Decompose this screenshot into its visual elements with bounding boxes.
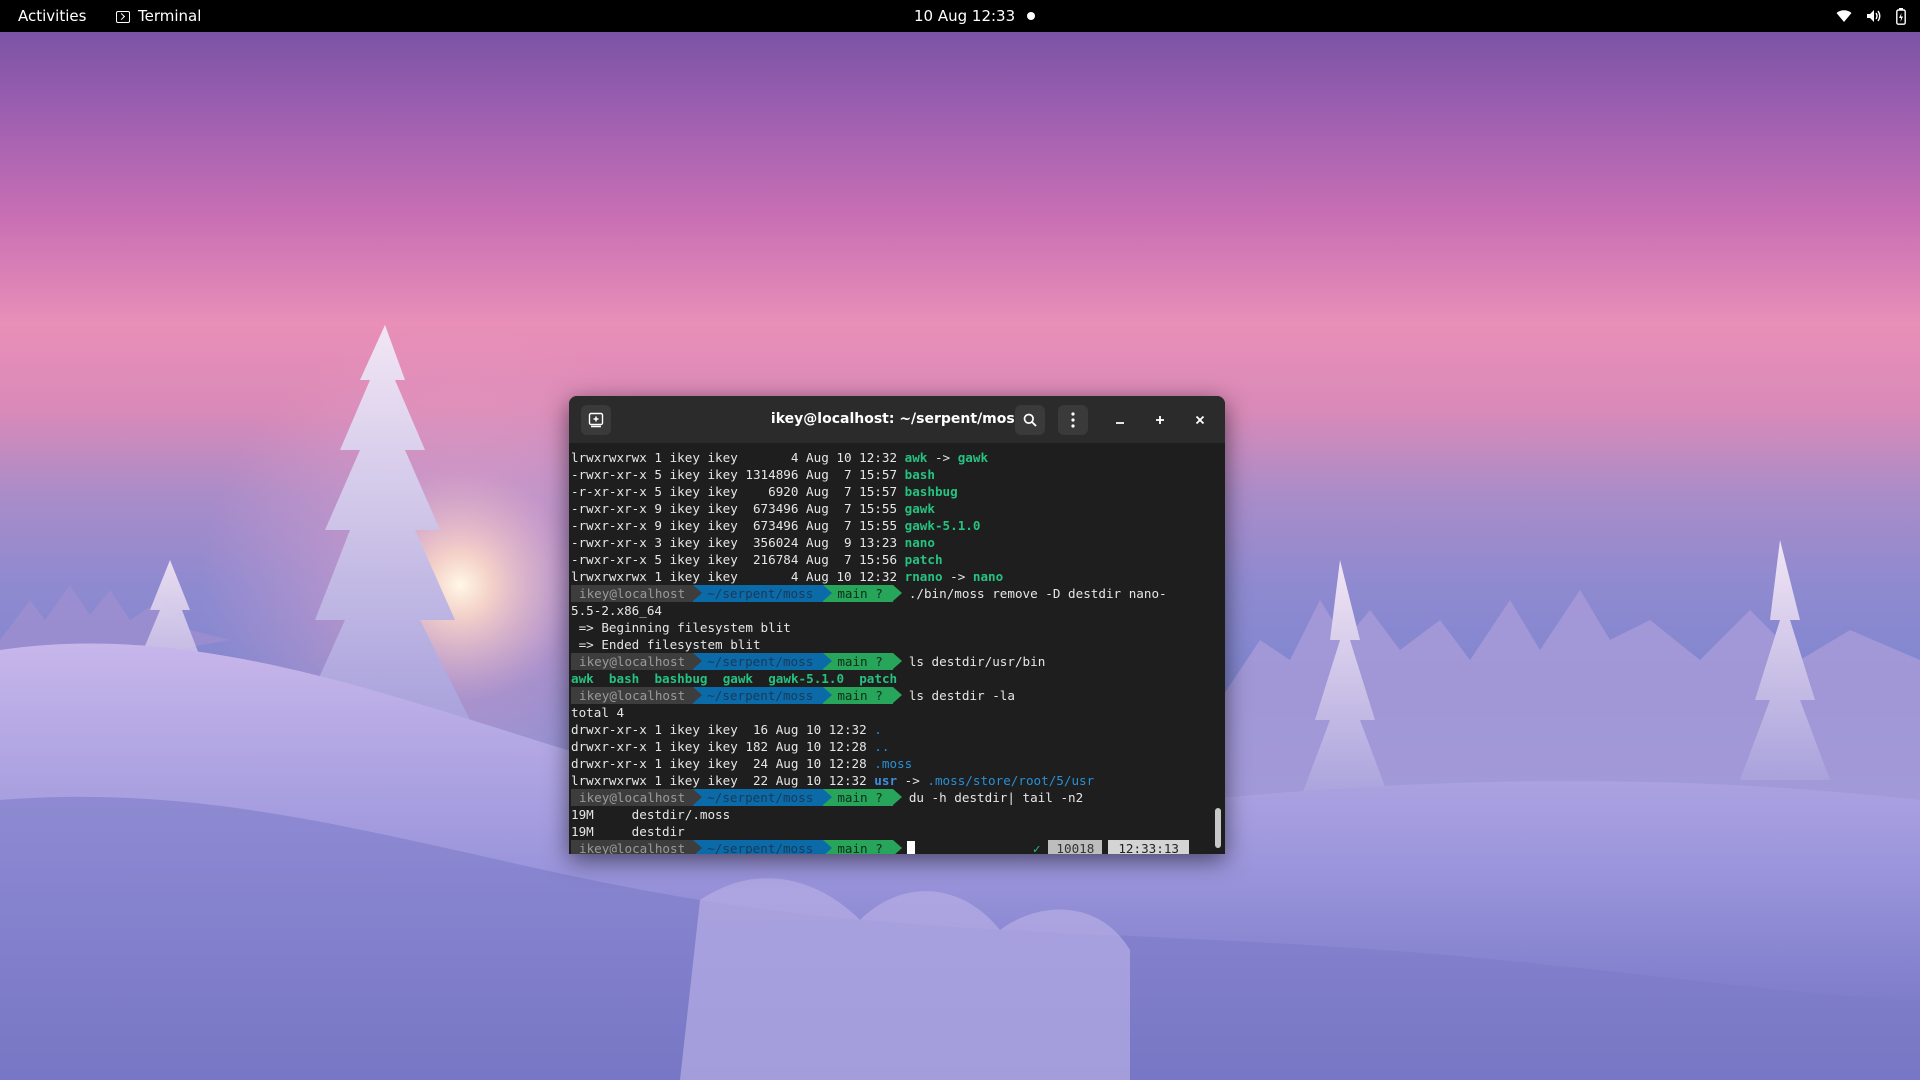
prompt-host: ikey@localhost — [571, 653, 703, 670]
prompt-host: ikey@localhost — [571, 840, 703, 854]
activities-button[interactable]: Activities — [18, 0, 86, 32]
prompt-time: 12:33:13 — [1108, 840, 1189, 854]
close-icon — [1195, 415, 1205, 425]
prompt-path: ~/serpent/moss — [693, 687, 833, 704]
listing-line: lrwxrwxrwx 1 ikey ikey 22 Aug 10 12:32 u… — [571, 773, 1095, 788]
listing-line: drwxr-xr-x 1 ikey ikey 182 Aug 10 12:28 … — [571, 739, 890, 754]
terminal-output[interactable]: lrwxrwxrwx 1 ikey ikey 4 Aug 10 12:32 aw… — [569, 443, 1225, 854]
listing-line: -rwxr-xr-x 9 ikey ikey 673496 Aug 7 15:5… — [571, 501, 935, 516]
prompt-path: ~/serpent/moss — [693, 789, 833, 806]
prompt-line: ikey@localhost ~/serpent/moss main ? ls des… — [571, 687, 1207, 704]
listing-line: -rwxr-xr-x 5 ikey ikey 1314896 Aug 7 15:… — [571, 467, 935, 482]
wifi-icon — [1836, 10, 1852, 22]
right-prompt: ✓ 10018 12:33:13 — [1033, 840, 1189, 854]
menu-button[interactable] — [1058, 405, 1088, 435]
listing-line: -rwxr-xr-x 3 ikey ikey 356024 Aug 9 13:2… — [571, 535, 935, 550]
listing-line: lrwxrwxrwx 1 ikey ikey 4 Aug 10 12:32 aw… — [571, 450, 989, 465]
battery-icon — [1896, 7, 1906, 25]
prompt-host: ikey@localhost — [571, 687, 703, 704]
prompt-line: ikey@localhost ~/serpent/moss main ? du -h … — [571, 789, 1207, 806]
prompt-path: ~/serpent/moss — [693, 585, 833, 602]
terminal-headerbar[interactable]: ikey@localhost: ~/serpent/moss — [569, 396, 1225, 443]
command-text: ls destdir/usr/bin — [908, 654, 1046, 669]
listing-line: drwxr-xr-x 1 ikey ikey 24 Aug 10 12:28 .… — [571, 756, 913, 771]
scrollbar[interactable] — [1215, 449, 1221, 848]
prompt-git-branch: main ? — [823, 653, 902, 670]
clock[interactable]: 10 Aug 12:33 — [914, 0, 1015, 32]
listing-line: -rwxr-xr-x 9 ikey ikey 673496 Aug 7 15:5… — [571, 518, 981, 533]
prompt-git-branch: main ? — [823, 687, 902, 704]
system-tray[interactable] — [1836, 7, 1906, 25]
output-line: => Ended filesystem blit — [571, 637, 761, 652]
current-prompt-line[interactable]: ikey@localhost ~/serpent/moss main ? ✓ 100… — [571, 840, 1207, 854]
prompt-path: ~/serpent/moss — [693, 653, 833, 670]
status-check-icon: ✓ — [1032, 841, 1041, 854]
minimize-button[interactable] — [1109, 409, 1131, 431]
listing-line: drwxr-xr-x 1 ikey ikey 16 Aug 10 12:32 . — [571, 722, 882, 737]
app-menu-terminal[interactable]: Terminal — [116, 0, 201, 32]
command-text: ./bin/moss remove -D destdir nano- — [908, 586, 1167, 601]
terminal-window[interactable]: ikey@localhost: ~/serpent/moss lrwxrwxrw… — [569, 396, 1225, 854]
minimize-icon — [1116, 422, 1124, 424]
kebab-menu-icon — [1071, 412, 1075, 428]
app-menu-label: Terminal — [138, 7, 202, 25]
bin-listing-line: awk bash bashbug gawk gawk-5.1.0 patch — [571, 671, 898, 686]
terminal-icon — [116, 11, 130, 23]
maximize-icon — [1156, 416, 1164, 424]
command-text: du -h destdir| tail -n2 — [908, 790, 1084, 805]
prompt-git-branch: main ? — [823, 789, 902, 806]
scrollbar-thumb[interactable] — [1215, 808, 1221, 848]
close-button[interactable] — [1189, 409, 1211, 431]
listing-line: -rwxr-xr-x 5 ikey ikey 216784 Aug 7 15:5… — [571, 552, 943, 567]
listing-line: lrwxrwxrwx 1 ikey ikey 4 Aug 10 12:32 rn… — [571, 569, 1004, 584]
command-wrap: 5.5-2.x86_64 — [571, 603, 662, 618]
output-line: 19M destdir — [571, 824, 685, 839]
prompt-git-branch: main ? — [823, 840, 902, 854]
output-line: total 4 — [571, 705, 625, 720]
prompt-host: ikey@localhost — [571, 789, 703, 806]
maximize-button[interactable] — [1149, 409, 1171, 431]
prompt-line: ikey@localhost ~/serpent/moss main ? ls des… — [571, 653, 1207, 670]
notification-dot-icon — [1027, 12, 1035, 20]
search-icon — [1023, 413, 1037, 427]
listing-line: -r-xr-xr-x 5 ikey ikey 6920 Aug 7 15:57 … — [571, 484, 958, 499]
prompt-path: ~/serpent/moss — [693, 840, 833, 854]
output-line: 19M destdir/.moss — [571, 807, 731, 822]
prompt-line: ikey@localhost ~/serpent/moss main ? ./bin/… — [571, 585, 1207, 602]
prompt-host: ikey@localhost — [571, 585, 703, 602]
top-bar: Activities Terminal 10 Aug 12:33 — [0, 0, 1920, 32]
text-cursor[interactable] — [906, 841, 915, 854]
output-line: => Beginning filesystem blit — [571, 620, 791, 635]
prompt-git-branch: main ? — [823, 585, 902, 602]
history-count: 10018 — [1048, 840, 1103, 854]
command-text: ls destdir -la — [908, 688, 1015, 703]
search-button[interactable] — [1015, 405, 1045, 435]
volume-icon — [1867, 10, 1881, 22]
